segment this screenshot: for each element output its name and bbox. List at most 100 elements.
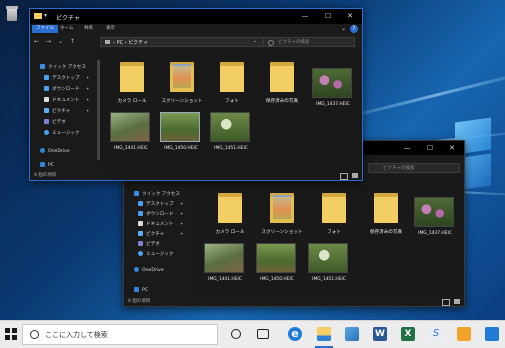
pin-icon: ✦ — [86, 108, 90, 113]
image-thumbnail[interactable]: IMG_1437.HEIC — [312, 68, 352, 107]
nav-onedrive[interactable]: OneDrive — [40, 148, 70, 154]
store-icon[interactable] — [345, 327, 359, 341]
address-bar[interactable]: › PC › ピクチャ — [100, 37, 275, 47]
file-explorer-icon[interactable] — [317, 327, 331, 341]
folder-camera-roll[interactable]: カメラ ロール — [214, 191, 246, 235]
folder-photos[interactable]: フォト — [216, 60, 248, 104]
nav-quick-access[interactable]: クイック アクセス — [40, 64, 86, 70]
tab-home[interactable]: ホーム — [56, 25, 77, 33]
document-icon — [138, 221, 143, 226]
tab-file[interactable]: ファイル — [32, 25, 58, 33]
nav-item-music[interactable]: ミュージック — [138, 251, 173, 257]
explorer-window-front[interactable]: ▾ ピクチャ — ☐ ✕ ファイル ホーム 共有 表示 ⌄ ? ← → ⌄ ↑ … — [29, 8, 363, 181]
cloud-icon — [134, 267, 139, 272]
nav-item-downloads[interactable]: ダウンロード — [138, 211, 174, 217]
maximize-button[interactable]: ☐ — [419, 143, 441, 154]
nav-quick-access[interactable]: クイック アクセス — [134, 191, 180, 197]
close-button[interactable]: ✕ — [441, 143, 463, 154]
folder-camera-roll[interactable]: カメラ ロール — [116, 60, 148, 104]
pin-icon[interactable]: ▾ — [44, 12, 47, 19]
back-arrow-icon[interactable]: ← — [34, 38, 39, 45]
image-thumbnail[interactable]: IMG_1451.HEIC — [308, 243, 348, 282]
navigation-pane: クイック アクセス デスクトップ ✦ ダウンロード ✦ ドキュメント ✦ ピクチ… — [30, 50, 100, 171]
status-bar: 8 個の項目 — [124, 297, 464, 306]
minimize-button[interactable]: — — [294, 11, 316, 22]
details-view-icon[interactable] — [340, 173, 348, 180]
pictures-icon — [138, 231, 143, 236]
details-view-icon[interactable] — [442, 299, 450, 306]
pin-icon: ✦ — [180, 201, 184, 206]
image-thumbnail[interactable]: IMG_1450.HEIC — [256, 243, 296, 282]
forward-arrow-icon[interactable]: → — [46, 38, 51, 45]
pc-icon — [134, 287, 139, 292]
folder-saved-pictures[interactable]: 保存済みの写真 — [370, 191, 402, 235]
pc-icon — [40, 162, 45, 167]
tab-view[interactable]: 表示 — [102, 25, 119, 33]
desktop-icon — [44, 75, 49, 80]
folder-icon — [34, 13, 42, 19]
mail-icon[interactable] — [485, 327, 499, 341]
folder-screenshots[interactable]: スクリーンショット — [161, 60, 203, 104]
image-thumbnail[interactable]: IMG_1451.HEIC — [210, 112, 250, 151]
media-player-icon[interactable] — [457, 327, 471, 341]
nav-item-desktop[interactable]: デスクトップ — [44, 75, 80, 81]
up-arrow-icon[interactable]: ↑ — [70, 38, 75, 45]
nav-item-music[interactable]: ミュージック — [44, 130, 79, 136]
nav-item-videos[interactable]: ビデオ — [138, 241, 160, 247]
cortana-icon[interactable] — [231, 329, 241, 339]
nav-item-desktop[interactable]: デスクトップ — [138, 201, 174, 207]
nav-pc[interactable]: PC — [134, 287, 148, 293]
recent-chevron-icon[interactable]: ⌄ — [58, 38, 63, 45]
star-icon — [40, 64, 45, 69]
image-thumbnail[interactable]: IMG_1441.HEIC — [204, 243, 244, 282]
folder-screenshots[interactable]: スクリーンショット — [261, 191, 303, 235]
nav-item-documents[interactable]: ドキュメント — [44, 97, 80, 103]
image-thumbnail[interactable]: IMG_1441.HEIC — [110, 112, 150, 151]
folder-saved-pictures[interactable]: 保存済みの写真 — [266, 60, 298, 104]
address-dropdown-icon[interactable]: ⌄ — [253, 38, 257, 44]
help-icon[interactable]: ? — [350, 25, 358, 33]
music-icon — [138, 251, 143, 256]
image-thumbnail[interactable]: IMG_1450.HEIC — [160, 112, 200, 151]
maximize-button[interactable]: ☐ — [317, 11, 339, 22]
image-thumbnail[interactable]: IMG_1437.HEIC — [414, 197, 454, 236]
nav-item-downloads[interactable]: ダウンロード — [44, 86, 80, 92]
pin-icon: ✦ — [180, 211, 184, 216]
large-icons-view-icon[interactable] — [454, 299, 460, 304]
folder-photos[interactable]: フォト — [318, 191, 350, 235]
status-bar: 8 個の項目 — [30, 171, 362, 180]
video-icon — [44, 119, 49, 124]
large-icons-view-icon[interactable] — [352, 173, 358, 178]
search-input[interactable]: ピクチャの検索 — [263, 37, 355, 47]
music-icon — [44, 130, 49, 135]
nav-onedrive[interactable]: OneDrive — [134, 267, 164, 273]
minimize-button[interactable]: — — [396, 143, 418, 154]
search-icon — [268, 40, 274, 46]
close-button[interactable]: ✕ — [339, 11, 361, 22]
pin-icon: ✦ — [180, 221, 184, 226]
nav-pc[interactable]: PC — [40, 162, 54, 168]
pc-icon — [105, 40, 110, 44]
search-placeholder: ピクチャの検索 — [278, 40, 310, 45]
breadcrumb-pc[interactable]: PC — [117, 40, 124, 46]
search-input[interactable]: ピクチャの検索 — [368, 163, 460, 173]
taskbar: ここに入力して検索 e W X S — [0, 320, 505, 348]
edge-icon[interactable]: e — [288, 327, 302, 341]
taskbar-search-box[interactable]: ここに入力して検索 — [22, 324, 218, 345]
chevron-down-icon[interactable]: ⌄ — [341, 25, 346, 32]
word-icon[interactable]: W — [373, 327, 387, 341]
nav-item-pictures[interactable]: ピクチャ — [44, 108, 70, 114]
nav-item-documents[interactable]: ドキュメント — [138, 221, 174, 227]
task-view-icon[interactable] — [257, 329, 269, 339]
windows-logo-icon — [5, 328, 17, 340]
search-placeholder: ここに入力して検索 — [45, 331, 108, 339]
download-icon — [138, 211, 143, 216]
nav-item-pictures[interactable]: ピクチャ — [138, 231, 164, 237]
excel-icon[interactable]: X — [401, 327, 415, 341]
app-s-icon[interactable]: S — [429, 327, 443, 341]
start-button[interactable] — [5, 328, 17, 340]
tab-share[interactable]: 共有 — [80, 25, 97, 33]
recycle-bin-icon[interactable] — [4, 4, 20, 22]
nav-item-videos[interactable]: ビデオ — [44, 119, 66, 125]
breadcrumb-pictures[interactable]: ピクチャ — [128, 40, 148, 46]
